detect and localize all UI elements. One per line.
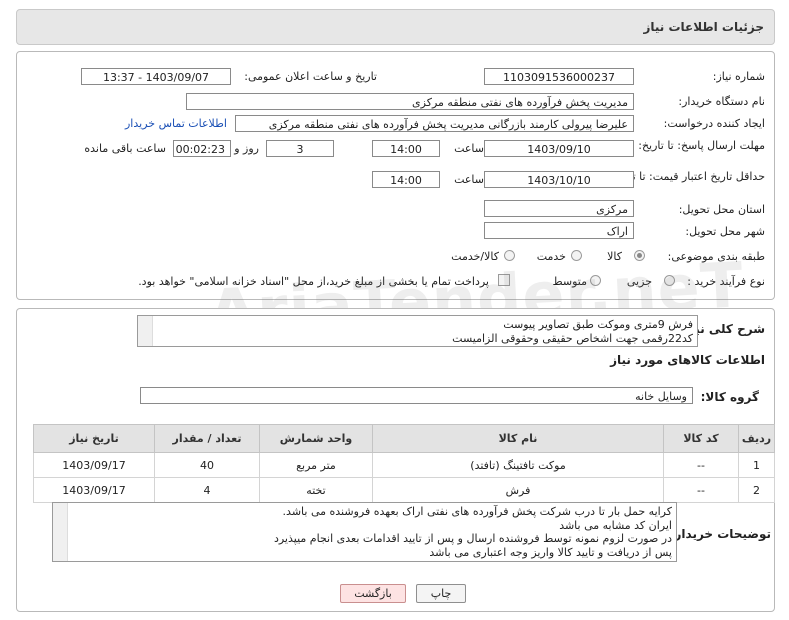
days-field: 3 xyxy=(266,140,334,157)
goods-table: ردیف کد کالا نام کالا واحد شمارش تعداد /… xyxy=(33,424,775,503)
cell-unit: متر مربع xyxy=(259,452,373,478)
cell-quantity: 40 xyxy=(154,452,260,478)
col-code: کد کالا xyxy=(663,424,739,453)
price-time-field: 14:00 xyxy=(372,171,440,188)
cell-name: فرش xyxy=(372,477,664,503)
print-button[interactable]: چاپ xyxy=(416,584,466,603)
remaining-time-field: 00:02:23 xyxy=(173,140,231,157)
page-header: جزئیات اطلاعات نیاز xyxy=(16,9,775,45)
province-label: استان محل تحویل: xyxy=(678,203,765,216)
goods-table-header: ردیف کد کالا نام کالا واحد شمارش تعداد /… xyxy=(33,424,775,453)
cell-date: 1403/09/17 xyxy=(33,477,155,503)
notes-scrollbar[interactable] xyxy=(53,503,68,561)
buyer-label: نام دستگاه خریدار: xyxy=(678,95,765,108)
buyer-contact-link[interactable]: اطلاعات تماس خریدار xyxy=(125,117,227,130)
cell-unit: تخته xyxy=(259,477,373,503)
summary-line-2: کد22رقمی جهت اشخاص حقیقی وحقوقی الزامیست xyxy=(452,332,693,345)
summary-scrollbar[interactable] xyxy=(138,316,153,346)
col-row: ردیف xyxy=(738,424,775,453)
cell-code: -- xyxy=(663,477,739,503)
buyer-notes-label: توضیحات خریدار: xyxy=(669,527,771,541)
days-label: روز و xyxy=(234,142,259,155)
deadline-label-text: مهلت ارسال پاسخ: تا تاریخ: xyxy=(638,139,765,152)
summary-textarea[interactable]: فرش 9متری وموکت طبق تصاویر پیوست کد22رقم… xyxy=(137,315,698,347)
need-number-label: شماره نیاز: xyxy=(712,70,765,83)
notes-line-1: کرایه حمل بار تا درب شرکت پخش فرآورده ها… xyxy=(282,505,672,518)
deadline-time-field: 14:00 xyxy=(372,140,440,157)
cell-row: 2 xyxy=(738,477,775,503)
need-number-field: 1103091536000237 xyxy=(484,68,634,85)
goods-group-field: وسایل خانه xyxy=(140,387,693,404)
remaining-label: ساعت باقی مانده xyxy=(84,142,166,155)
notes-line-4: پس از دریافت و تایید کالا واریز وجه اعتب… xyxy=(429,545,672,559)
cell-quantity: 4 xyxy=(154,477,260,503)
province-field: مرکزی xyxy=(484,200,634,217)
creator-label: ایجاد کننده درخواست: xyxy=(663,117,765,130)
cell-name: موکت تافتینگ (تافتد) xyxy=(372,452,664,478)
announce-label: تاریخ و ساعت اعلان عمومی: xyxy=(244,70,377,83)
col-unit: واحد شمارش xyxy=(259,424,373,453)
creator-field: علیرضا پیرولی کارمند بازرگانی مدیریت پخش… xyxy=(235,115,634,132)
deadline-label: مهلت ارسال پاسخ: تا تاریخ: xyxy=(638,139,765,153)
back-button[interactable]: بازگشت xyxy=(340,584,406,603)
summary-line-1: فرش 9متری وموکت طبق تصاویر پیوست xyxy=(503,318,693,331)
deadline-time-label: ساعت xyxy=(454,142,484,155)
buyer-notes-textarea[interactable]: کرایه حمل بار تا درب شرکت پخش فرآورده ها… xyxy=(52,502,677,562)
page-title: جزئیات اطلاعات نیاز xyxy=(643,20,764,34)
announce-field: 1403/09/07 - 13:37 xyxy=(81,68,231,85)
col-date: تاریخ نیاز xyxy=(33,424,155,453)
col-name: نام کالا xyxy=(372,424,664,453)
buyer-field: مدیریت پخش فرآورده های نفتی منطقه مرکزی xyxy=(186,93,634,110)
cell-code: -- xyxy=(663,452,739,478)
goods-group-label: گروه کالا: xyxy=(700,390,759,404)
cell-date: 1403/09/17 xyxy=(33,452,155,478)
cell-row: 1 xyxy=(738,452,775,478)
table-row[interactable]: 2 -- فرش تخته 4 1403/09/17 xyxy=(33,477,775,503)
notes-line-2: ایران کد مشابه می باشد xyxy=(559,518,672,532)
col-quantity: تعداد / مقدار xyxy=(154,424,260,453)
price-date-field: 1403/10/10 xyxy=(484,171,634,188)
city-label: شهر محل تحویل: xyxy=(685,225,765,238)
city-field: اراک xyxy=(484,222,634,239)
goods-section-title: اطلاعات کالاهای مورد نیاز xyxy=(610,353,765,367)
deadline-date-field: 1403/09/10 xyxy=(484,140,634,157)
notes-line-3: در صورت لزوم نمونه توسط فروشنده ارسال و … xyxy=(273,532,672,545)
table-row[interactable]: 1 -- موکت تافتینگ (تافتد) متر مربع 40 14… xyxy=(33,452,775,478)
price-time-label: ساعت xyxy=(454,173,484,186)
